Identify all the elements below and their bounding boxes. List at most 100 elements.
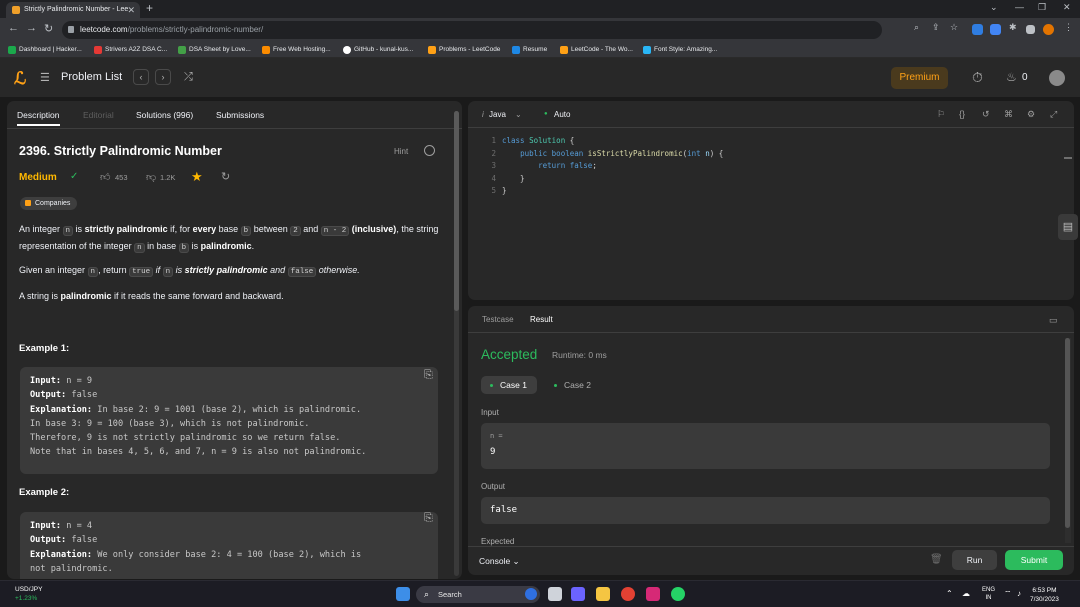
reload-icon[interactable]: ↻ (44, 22, 53, 35)
next-problem-button[interactable]: › (155, 69, 171, 85)
bookmark-item[interactable]: LeetCode - The Wo... (560, 44, 633, 56)
sidebar-icon[interactable] (1026, 25, 1035, 34)
settings-circle-icon[interactable] (424, 145, 435, 156)
share-icon[interactable]: ⇪ (932, 22, 940, 33)
copilot-icon[interactable] (525, 588, 537, 600)
extension-new-icon[interactable] (990, 24, 1001, 35)
windows-start-icon[interactable] (396, 587, 410, 601)
shortcut-icon[interactable]: ⌘ (1004, 109, 1013, 120)
tray-chevron-icon[interactable]: ⌃ (946, 589, 953, 598)
prev-problem-button[interactable]: ‹ (133, 69, 149, 85)
extension-icon[interactable] (972, 24, 983, 35)
teams-chat-icon[interactable] (571, 587, 585, 601)
bookmark-favicon-icon (8, 46, 16, 54)
case-2-tab[interactable]: Case 2 (545, 376, 601, 394)
copy-example-icon[interactable]: ⎘ (424, 512, 436, 524)
reset-icon[interactable]: ↺ (982, 109, 990, 120)
tab-testcase[interactable]: Testcase (482, 315, 514, 324)
close-window-icon[interactable]: ✕ (1063, 2, 1071, 13)
bookmark-item[interactable]: Strivers A2Z DSA C... (94, 44, 167, 56)
cloud-icon[interactable]: ☁ (962, 589, 970, 598)
companies-label: Companies (35, 200, 71, 207)
run-button[interactable]: Run (952, 550, 997, 570)
minimize-icon[interactable]: — (1015, 2, 1024, 12)
taskbar-search[interactable]: ⌕ Search (416, 586, 540, 603)
trash-icon[interactable]: 🗑︎ (930, 554, 943, 565)
browser-tab[interactable]: Strictly Palindromic Number - Lee ✕ (6, 2, 140, 18)
thumbs-down-icon[interactable]: 👎︎ (146, 171, 156, 183)
tab-solutions[interactable]: Solutions (996) (136, 110, 193, 120)
submit-button[interactable]: Submit (1005, 550, 1063, 570)
extensions-puzzle-icon[interactable]: ✱ (1009, 22, 1017, 33)
scrollbar-thumb[interactable] (1065, 338, 1070, 528)
copy-example-icon[interactable]: ⎘ (424, 369, 436, 381)
result-scrollbar[interactable] (1065, 338, 1071, 543)
mode-select[interactable]: Auto (554, 110, 570, 119)
premium-button[interactable]: Premium (891, 67, 948, 89)
timer-icon[interactable]: ⏱ (972, 69, 983, 86)
task-view-icon[interactable] (548, 587, 562, 601)
tab-result[interactable]: Result (530, 315, 553, 324)
tab-submissions[interactable]: Submissions (216, 110, 264, 120)
tab-description[interactable]: Description (17, 110, 60, 126)
list-icon[interactable]: ☰ (40, 71, 50, 84)
thumbs-up-icon[interactable]: 👍︎ (100, 171, 110, 183)
expand-icon[interactable]: ⤢ (1050, 109, 1057, 120)
wifi-icon[interactable]: ⌔ (1004, 589, 1012, 599)
chevron-down-icon[interactable]: ⌄ (515, 110, 522, 119)
volume-icon[interactable]: ♪ (1017, 589, 1021, 598)
problem-list-link[interactable]: Problem List (61, 71, 122, 83)
tab-search-icon[interactable]: ⌄ (990, 2, 998, 13)
chrome-icon[interactable] (621, 587, 635, 601)
settings-gear-icon[interactable]: ⚙ (1027, 109, 1035, 120)
auto-dot-icon: ● (544, 111, 548, 117)
console-toggle[interactable]: Console ⌄ (479, 556, 520, 567)
language-select[interactable]: Java (489, 110, 506, 119)
bookmark-item[interactable]: Problems - LeetCode (428, 44, 500, 56)
forward-icon[interactable]: → (26, 22, 37, 34)
hint-button[interactable]: Hint (394, 147, 408, 156)
new-tab-button[interactable]: + (146, 1, 153, 15)
stock-ticker-widget[interactable]: USD/JPY +1.23% (15, 585, 42, 603)
case-1-tab[interactable]: Case 1 (481, 376, 537, 394)
description-scrollbar[interactable] (454, 111, 459, 576)
format-braces-icon[interactable]: {} (959, 109, 965, 119)
companies-tag[interactable]: Companies (20, 197, 78, 210)
leetcode-logo-icon[interactable]: ℒ (14, 69, 26, 89)
bookmark-item[interactable]: Resume (512, 44, 547, 56)
close-tab-icon[interactable]: ✕ (127, 2, 135, 18)
language-indicator[interactable]: ENG IN (982, 586, 995, 602)
code-text[interactable]: class Solution { public boolean isStrict… (502, 135, 723, 198)
bookmark-favicon-icon (512, 46, 520, 54)
shuffle-icon[interactable]: ⤮ (184, 71, 193, 84)
instagram-icon[interactable] (646, 587, 660, 601)
url-field[interactable]: leetcode.com/problems/strictly-palindrom… (62, 21, 882, 39)
menu-kebab-icon[interactable]: ⋮ (1064, 22, 1073, 33)
bookmark-favicon-icon (643, 46, 651, 54)
scrollbar-thumb[interactable] (454, 111, 459, 311)
maximize-icon[interactable]: ❐ (1038, 2, 1046, 13)
favorite-star-icon[interactable]: ★ (191, 169, 203, 185)
lang-text: ENG (982, 587, 996, 593)
notes-side-icon[interactable]: ▤ (1058, 214, 1078, 240)
profile-icon[interactable] (1043, 24, 1054, 35)
share-icon[interactable]: ↻ (221, 170, 230, 183)
clock[interactable]: 6:53 PM 7/30/2023 (1030, 586, 1059, 604)
bookmark-item[interactable]: Free Web Hosting... (262, 44, 331, 56)
avatar[interactable] (1049, 70, 1065, 86)
collapse-panel-icon[interactable]: ▭ (1049, 315, 1058, 326)
bookmark-icon[interactable]: ⚐ (937, 109, 945, 120)
bookmark-item[interactable]: Font Style: Amazing... (643, 44, 717, 56)
streak-fire-icon[interactable]: ♨ (1006, 70, 1017, 84)
input-label: Input (481, 408, 499, 417)
zoom-icon[interactable]: ⌕ (914, 22, 919, 33)
bookmark-item[interactable]: GitHub - kunal-kus... (343, 44, 413, 56)
back-icon[interactable]: ← (8, 22, 19, 34)
bookmark-item[interactable]: DSA Sheet by Love... (178, 44, 251, 56)
tab-title: Strictly Palindromic Number - Lee (24, 6, 129, 13)
bookmark-item[interactable]: Dashboard | Hacker... (8, 44, 82, 56)
tab-editorial[interactable]: Editorial (83, 110, 114, 120)
whatsapp-icon[interactable] (671, 587, 685, 601)
file-explorer-icon[interactable] (596, 587, 610, 601)
bookmark-star-icon[interactable]: ☆ (950, 22, 958, 33)
